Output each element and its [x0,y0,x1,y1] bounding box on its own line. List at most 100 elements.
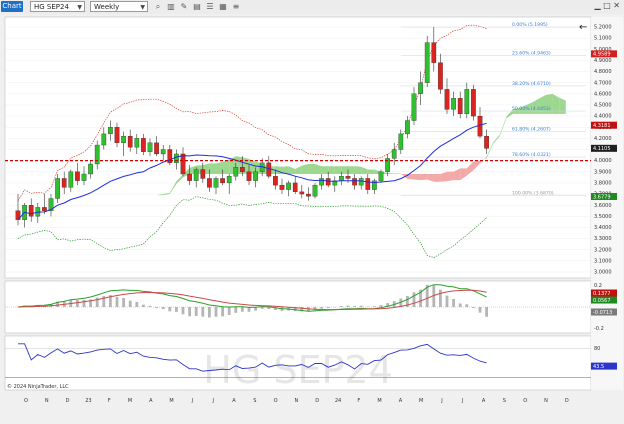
candle-body [378,171,384,181]
price-panel [4,16,592,279]
macd-histogram-bar [227,307,231,315]
price-tick-label: 3.8000 [594,181,612,187]
macd-histogram-bar [465,304,469,307]
template-icon[interactable]: ▤ [192,2,202,12]
time-tick-label: O [24,398,28,404]
instrument-selector[interactable]: HG SEP24 ▼ [30,1,85,12]
macd-histogram-bar [161,307,165,310]
price-tick-label: 5.2000 [594,25,612,31]
copyright: © 2024 NinjaTrader, LLC [7,383,69,390]
price-tick-label: 3.4000 [594,225,612,231]
minimize-icon[interactable]: ▁ [594,1,600,10]
candle-body [75,171,80,181]
macd-histogram-bar [412,292,416,307]
candle-body [431,42,437,63]
window-buttons: ▁ □ ✕ [594,1,620,10]
candle-body [55,178,60,199]
menu-icon[interactable]: ≡ [231,2,241,12]
ichimoku-cloud-segment [348,166,355,174]
price-tick-label: 4.0000 [594,158,612,164]
magnifier-icon[interactable]: ⌕ [153,2,163,12]
macd-histogram-bar [214,307,218,317]
macd-histogram-bar [168,307,172,312]
time-tick-label: M [419,398,423,404]
time-tick-label: A [482,398,486,404]
bar-style-icon[interactable]: ▥ [166,2,176,12]
candle-body [81,173,87,181]
candle-body [42,207,47,211]
back-arrow-icon[interactable]: ← [579,22,587,33]
candle-body [345,176,351,179]
candle-body [246,171,252,181]
candle-body [312,184,318,197]
watermark: HG SEP24 [203,348,393,392]
candle-body [352,178,357,186]
time-tick-label: M [128,398,132,404]
time-tick-label: S [503,398,506,404]
macd-histogram-bar [458,303,462,307]
close-icon[interactable]: ✕ [613,1,620,10]
fib-level-label: 23.60% (4.9463) [512,50,551,56]
candle-body [28,205,34,217]
candle-body [339,176,344,181]
candle-body [226,176,232,184]
ichimoku-cloud-segment [216,161,223,174]
price-tick-label: 3.2000 [594,247,612,253]
macd-histogram-bar [439,289,442,307]
candle-body [134,138,140,148]
price-tick-label: 3.6000 [594,203,612,209]
properties-icon[interactable]: ☰ [205,2,215,12]
time-tick-label: D [565,398,569,404]
time-tick-label: M [377,398,381,404]
price-tick-label: 4.9000 [594,58,612,64]
ichimoku-cloud-segment [367,169,375,174]
draw-icon[interactable]: ✎ [179,2,189,12]
macd-histogram-bar [346,305,350,307]
candle-body [299,191,305,195]
candle-body [207,178,212,188]
time-tick-label: N [45,398,49,404]
instrument-label: HG SEP24 [34,3,69,11]
price-tag-label: 4.9589 [593,52,611,58]
candle-body [286,182,291,190]
candle-body [292,182,298,192]
maximize-icon[interactable]: □ [603,1,611,10]
price-tick-label: 4.5000 [594,103,612,109]
candle-body [411,93,417,121]
time-tick-label: O [523,398,527,404]
price-tick-label: 3.1000 [594,258,612,264]
time-tick-label: J [440,398,442,404]
price-tick-label: 3.9000 [594,169,612,175]
candle-body [451,98,456,110]
macd-histogram-bar [175,307,178,312]
macd-histogram-bar [122,298,125,307]
price-tick-label: 3.0000 [594,270,612,276]
macd-histogram-bar [142,304,145,307]
macd-histogram-bar [452,299,455,307]
rsi-axis-label: 80 [594,346,600,352]
macd-histogram-bar [194,307,198,317]
candle-body [200,169,206,179]
candle-body [464,89,470,115]
candle-body [279,184,285,190]
period-selector[interactable]: Weekly ▼ [90,1,148,12]
candle-body [438,62,443,90]
calendar-icon[interactable]: ▦ [218,2,228,12]
time-tick-label: S [253,398,256,404]
macd-histogram-bar [76,300,79,307]
ichimoku-cloud-segment [394,173,401,174]
candle-body [147,142,153,152]
macd-histogram-bar [181,307,185,315]
candle-body [121,135,126,143]
candle-body [325,178,331,186]
macd-histogram-bar [234,307,238,313]
candle-body [141,138,146,152]
macd-histogram-bar [115,296,119,307]
price-tick-label: 4.6000 [594,91,612,97]
ichimoku-cloud-segment [414,174,421,181]
fib-level-label: 38.20% (4.6710) [512,81,551,87]
chart-tab[interactable]: Chart [1,1,23,12]
ichimoku-cloud-segment [301,163,309,174]
rsi-value-label: 43.5 [593,364,604,370]
macd-axis-label: -0.2 [594,326,604,332]
